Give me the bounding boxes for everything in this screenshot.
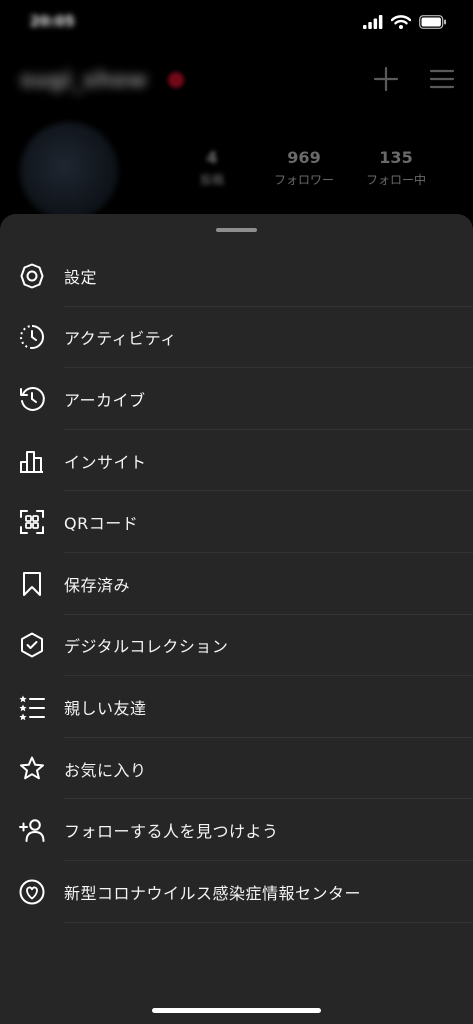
stat-followers[interactable]: 969 フォロワー — [262, 148, 346, 188]
avatar[interactable] — [20, 122, 118, 220]
hamburger-menu-icon[interactable] — [427, 64, 457, 94]
status-icons — [363, 15, 447, 29]
menu-item-label: QRコード — [64, 514, 139, 534]
close-friends-list-icon — [18, 693, 46, 721]
menu-bottom-sheet: 設定 アクティビティ アーカイブ インサイト QRコード 保存済み デジタルコレ… — [0, 214, 473, 1024]
stat-following-value: 135 — [379, 148, 413, 167]
stat-following-label: フォロー中 — [365, 173, 426, 187]
verified-hexagon-icon — [18, 631, 46, 659]
archive-history-icon — [18, 385, 46, 413]
plus-icon[interactable] — [371, 64, 401, 94]
qr-code-icon — [18, 508, 46, 536]
menu-item-covid-info-center[interactable]: 新型コロナウイルス感染症情報センター — [0, 861, 473, 923]
menu-item-label: 親しい友達 — [64, 698, 147, 718]
signal-icon — [363, 15, 383, 29]
menu-item-label: フォローする人を見つけよう — [64, 822, 279, 842]
menu-item-saved[interactable]: 保存済み — [0, 553, 473, 615]
menu-item-activity[interactable]: アクティビティ — [0, 307, 473, 369]
profile-header: sugi_show 4 投稿 969 フォロワー 135 フォロー中 — [0, 50, 473, 220]
stat-following[interactable]: 135 フォロー中 — [354, 148, 438, 188]
stat-posts-value: 4 — [206, 148, 218, 167]
menu-item-archive[interactable]: アーカイブ — [0, 368, 473, 430]
gear-icon — [18, 262, 46, 290]
menu-item-digital-collectibles[interactable]: デジタルコレクション — [0, 615, 473, 677]
menu-item-label: お気に入り — [64, 760, 147, 780]
sheet-drag-handle[interactable] — [216, 228, 257, 232]
notification-dot — [168, 72, 184, 88]
bar-chart-icon — [18, 447, 46, 475]
menu-item-label: インサイト — [64, 452, 147, 472]
menu-item-insights[interactable]: インサイト — [0, 430, 473, 492]
menu-item-favorites[interactable]: お気に入り — [0, 738, 473, 800]
status-bar: 20:05 — [0, 0, 473, 50]
profile-username[interactable]: sugi_show — [20, 68, 147, 93]
stat-posts[interactable]: 4 投稿 — [182, 148, 242, 188]
menu-list: 設定 アクティビティ アーカイブ インサイト QRコード 保存済み デジタルコレ… — [0, 245, 473, 923]
menu-item-label: 新型コロナウイルス感染症情報センター — [64, 883, 362, 903]
wifi-icon — [391, 15, 411, 29]
menu-item-settings[interactable]: 設定 — [0, 245, 473, 307]
bookmark-icon — [18, 570, 46, 598]
menu-item-discover-people[interactable]: フォローする人を見つけよう — [0, 799, 473, 861]
home-indicator[interactable] — [152, 1008, 321, 1013]
stat-posts-label: 投稿 — [199, 173, 224, 187]
activity-clock-icon — [18, 323, 46, 351]
menu-item-label: アクティビティ — [64, 329, 177, 349]
menu-item-label: 保存済み — [64, 575, 131, 595]
menu-item-close-friends[interactable]: 親しい友達 — [0, 676, 473, 738]
status-time: 20:05 — [30, 14, 75, 30]
star-icon — [18, 755, 46, 783]
add-person-icon — [18, 816, 46, 844]
menu-item-label: デジタルコレクション — [64, 637, 229, 657]
battery-icon — [419, 15, 446, 29]
menu-item-label: 設定 — [64, 267, 98, 287]
menu-item-label: アーカイブ — [64, 390, 146, 410]
stat-followers-label: フォロワー — [273, 173, 334, 187]
stat-followers-value: 969 — [287, 148, 321, 167]
heart-circle-icon — [18, 878, 46, 906]
menu-item-qr-code[interactable]: QRコード — [0, 491, 473, 553]
